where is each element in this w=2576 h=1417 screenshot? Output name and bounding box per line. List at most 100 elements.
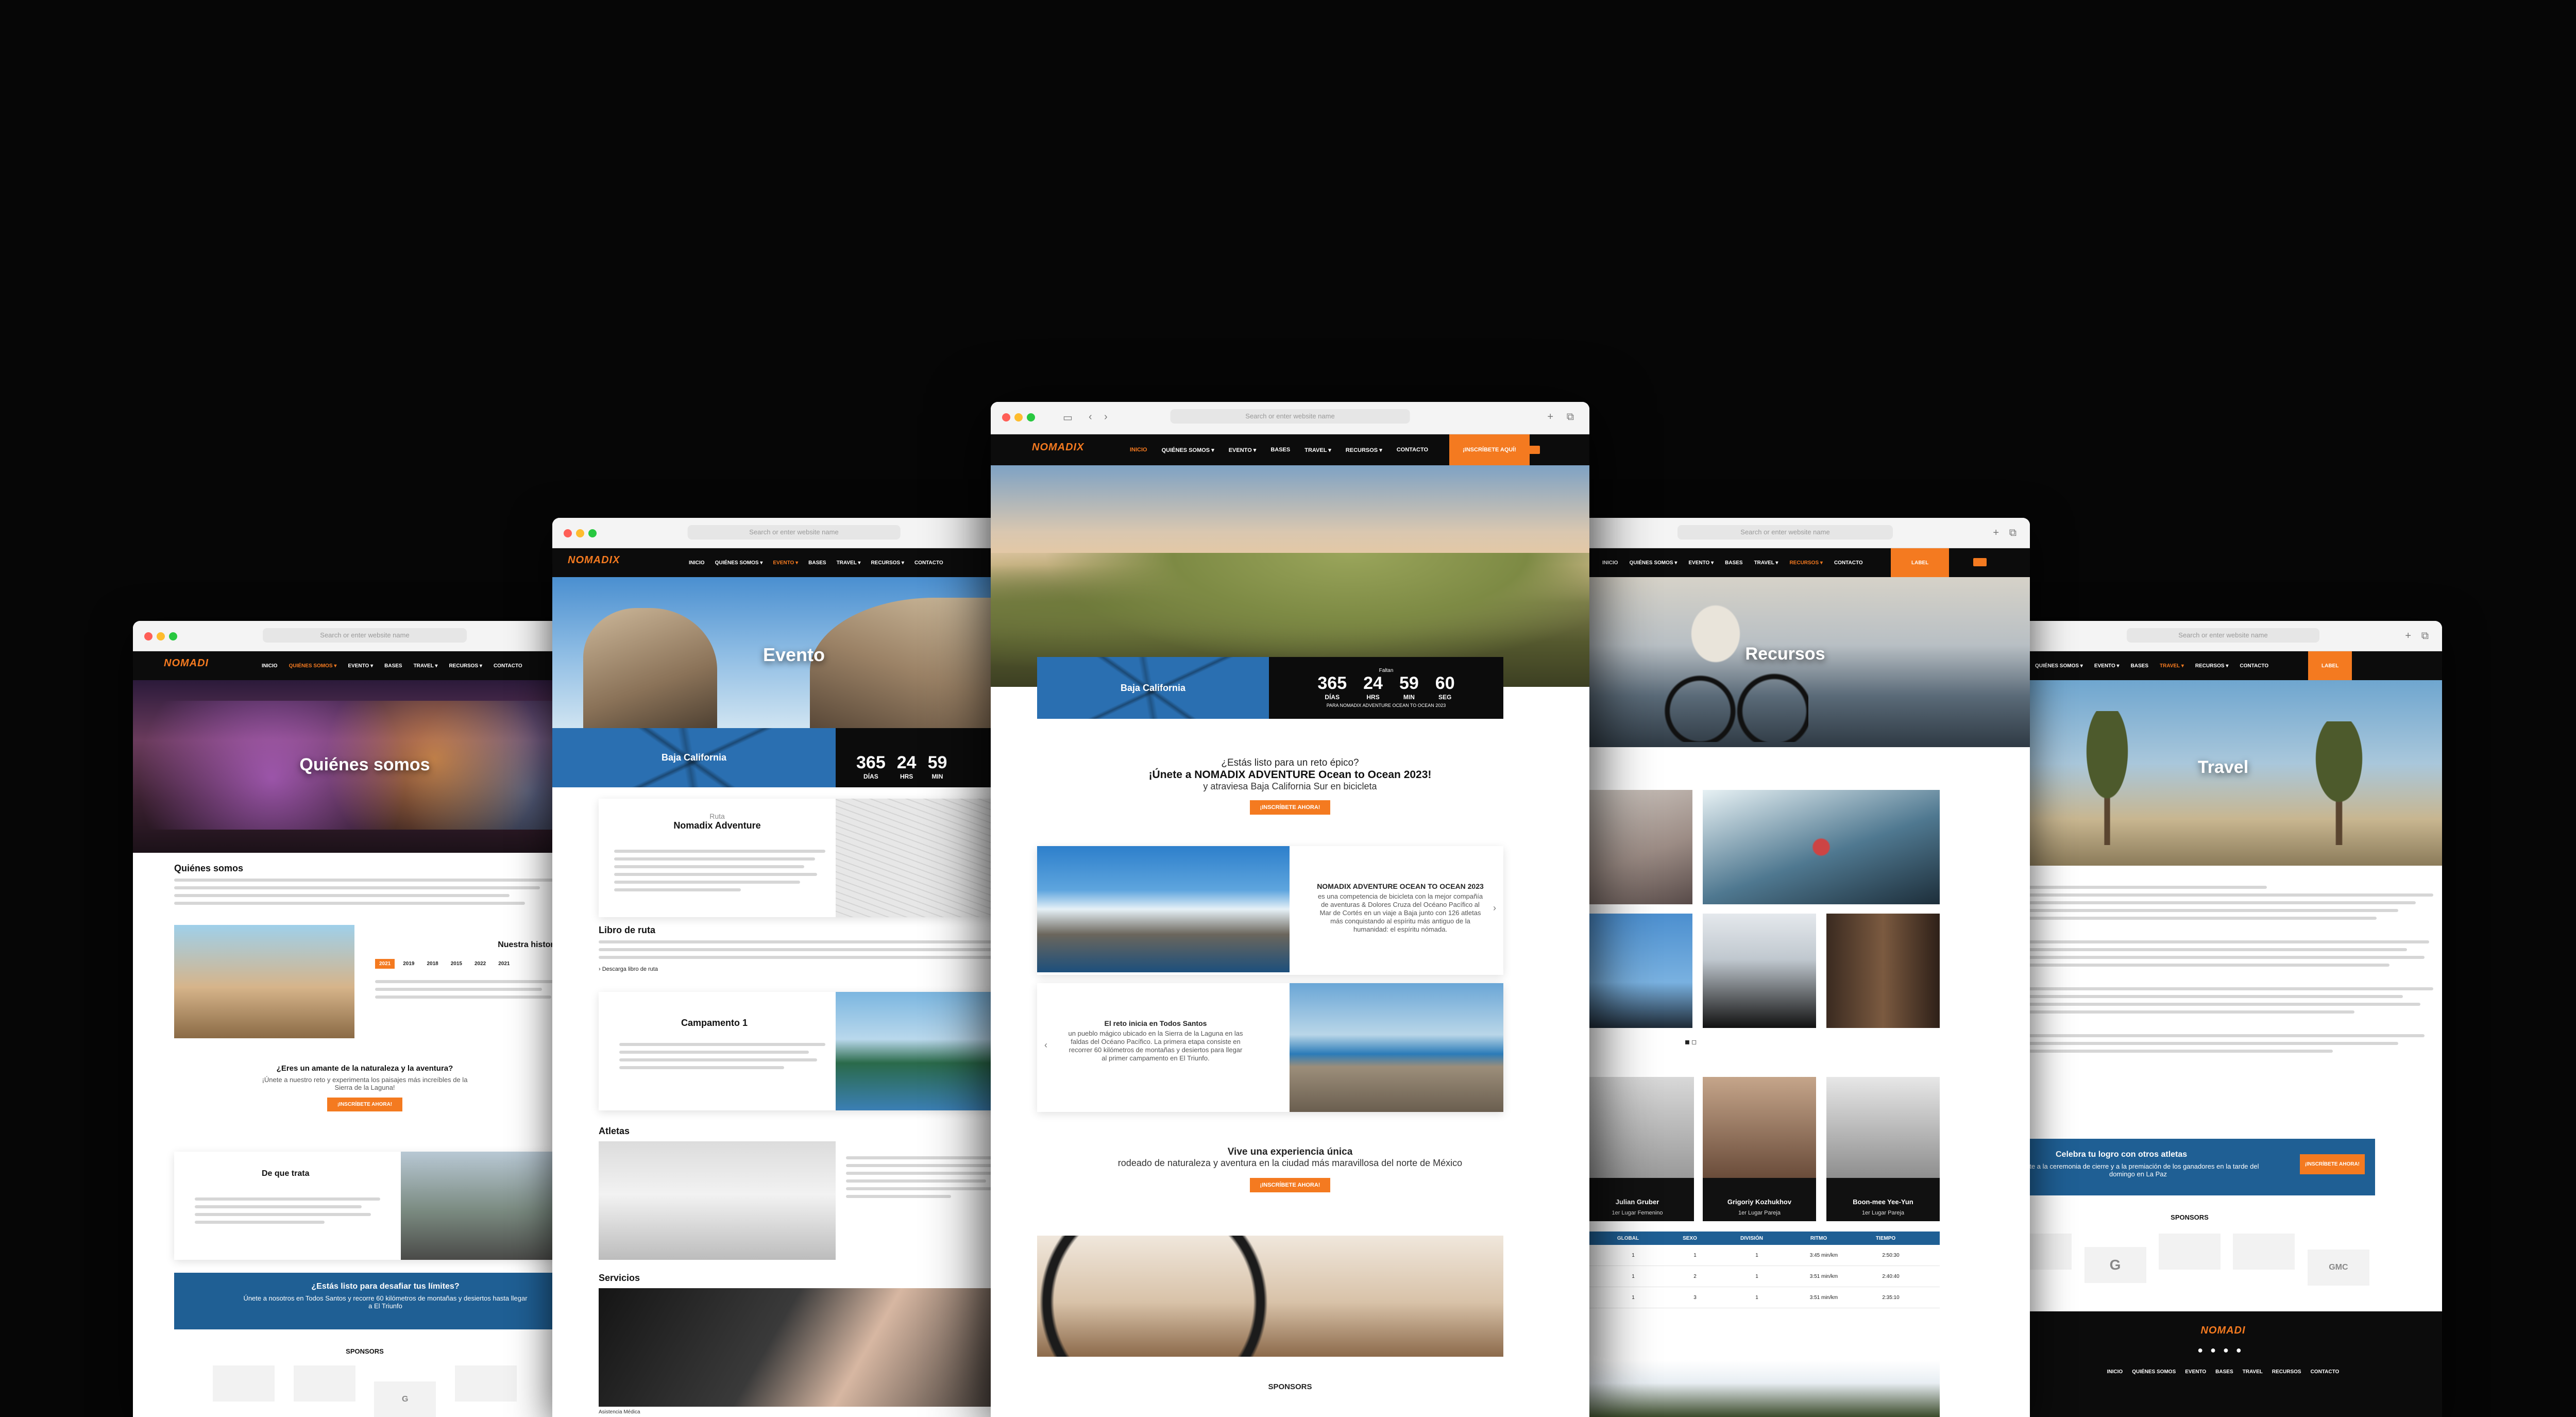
nav-menu: INICIO QUIÉNES SOMOS ▾ EVENTO ▾ BASES TR… <box>689 548 943 577</box>
nav-item-quienes[interactable]: QUIÉNES SOMOS ▾ <box>1630 560 1677 566</box>
detrata-card: De que trata <box>174 1152 555 1260</box>
inscribete-button[interactable]: ¡INSCRÍBETE AHORA! <box>1249 800 1331 815</box>
language-flag-icon[interactable] <box>1973 558 1987 566</box>
footer-link[interactable]: BASES <box>2215 1369 2233 1375</box>
nav-item-inicio[interactable]: INICIO <box>1602 560 1618 566</box>
inscribete-button[interactable]: ¡INSCRÍBETE AHORA! <box>1249 1178 1331 1192</box>
prev-arrow-icon[interactable]: ‹ <box>1044 1040 1047 1051</box>
footer-link[interactable]: QUIÉNES SOMOS <box>2132 1369 2176 1375</box>
nav-item-contacto[interactable]: CONTACTO <box>914 560 943 566</box>
year-tab[interactable]: 2015 <box>447 959 466 969</box>
gallery-pagination[interactable]: ◼ ◻ <box>1685 1038 1697 1045</box>
nav-item-recursos[interactable]: RECURSOS ▾ <box>2195 663 2228 669</box>
plus-icon[interactable]: + <box>1547 411 1553 423</box>
nav-item-bases[interactable]: BASES <box>2131 663 2148 669</box>
countdown-sec: 60 SEG <box>1435 673 1455 701</box>
nav-item-travel[interactable]: TRAVEL ▾ <box>1304 447 1331 453</box>
inscribete-button[interactable]: ¡INSCRÍBETE AHORA! <box>327 1098 403 1111</box>
gallery-photo[interactable] <box>1703 790 1940 904</box>
nav-cta-button[interactable]: LABEL <box>2308 651 2352 680</box>
social-icons[interactable]: ●●●● <box>2004 1345 2442 1356</box>
close-dot[interactable] <box>144 632 152 640</box>
footer-link[interactable]: INICIO <box>2107 1369 2123 1375</box>
year-tab[interactable]: 2022 <box>470 959 490 969</box>
close-dot[interactable] <box>564 529 572 537</box>
year-tab[interactable]: 2021 <box>375 959 395 969</box>
url-bar[interactable]: Search or enter website name <box>687 525 901 539</box>
tabs-icon[interactable]: ⧉ <box>2421 630 2429 642</box>
nav-item-evento[interactable]: EVENTO ▾ <box>348 663 373 669</box>
footer-link[interactable]: RECURSOS <box>2272 1369 2301 1375</box>
nav-item-contacto[interactable]: CONTACTO <box>1397 447 1428 453</box>
site-logo[interactable]: NOMADIX <box>1032 442 1084 453</box>
nav-item-evento[interactable]: EVENTO ▾ <box>773 560 798 566</box>
url-bar[interactable]: Search or enter website name <box>1677 525 1893 539</box>
nav-item-bases[interactable]: BASES <box>808 560 826 566</box>
nav-item-inicio[interactable]: INICIO <box>1130 447 1147 453</box>
nav-item-evento[interactable]: EVENTO ▾ <box>1229 447 1257 453</box>
year-tab[interactable]: 2019 <box>399 959 418 969</box>
plus-icon[interactable]: + <box>2405 630 2411 642</box>
libro-title: Libro de ruta <box>599 925 656 935</box>
site-logo[interactable]: NOMADIX <box>568 554 620 566</box>
tabs-icon[interactable]: ⧉ <box>2009 527 2016 539</box>
nav-item-recursos[interactable]: RECURSOS ▾ <box>1346 447 1382 453</box>
nav-item-travel[interactable]: TRAVEL ▾ <box>2160 663 2184 669</box>
cliff-photo <box>1290 983 1503 1112</box>
plus-icon[interactable]: + <box>1993 527 1999 539</box>
next-arrow-icon[interactable]: › <box>1493 903 1496 914</box>
maximize-dot[interactable] <box>1027 413 1035 421</box>
nav-item-travel[interactable]: TRAVEL ▾ <box>837 560 861 566</box>
nav-item-contacto[interactable]: CONTACTO <box>494 663 522 669</box>
footer-link[interactable]: EVENTO <box>2185 1369 2206 1375</box>
gallery-photo[interactable] <box>1826 914 1940 1028</box>
year-tab[interactable]: 2021 <box>494 959 514 969</box>
nav-item-inicio[interactable]: INICIO <box>689 560 705 566</box>
site-logo[interactable]: NOMADI <box>164 657 209 669</box>
nav-item-recursos[interactable]: RECURSOS ▾ <box>871 560 904 566</box>
nav-item-contacto[interactable]: CONTACTO <box>2240 663 2268 669</box>
sponsor-logo <box>213 1365 275 1402</box>
inscribete-button[interactable]: ¡INSCRÍBETE AHORA! <box>2299 1154 2365 1174</box>
nav-item-quienes[interactable]: QUIÉNES SOMOS ▾ <box>715 560 763 566</box>
close-dot[interactable] <box>1002 413 1010 421</box>
maximize-dot[interactable] <box>169 632 177 640</box>
url-bar[interactable]: Search or enter website name <box>2127 628 2319 643</box>
tabs-icon[interactable]: ⧉ <box>1567 411 1574 423</box>
year-tab[interactable]: 2018 <box>423 959 443 969</box>
nav-item-quienes[interactable]: QUIÉNES SOMOS ▾ <box>2035 663 2083 669</box>
nav-item-recursos[interactable]: RECURSOS ▾ <box>449 663 482 669</box>
url-bar[interactable]: Search or enter website name <box>263 628 467 643</box>
download-link[interactable]: › Descarga libro de ruta <box>599 966 1036 972</box>
nav-item-recursos[interactable]: RECURSOS ▾ <box>1789 560 1822 566</box>
forward-icon[interactable]: › <box>1104 411 1108 423</box>
back-icon[interactable]: ‹ <box>1089 411 1092 423</box>
nav-item-bases[interactable]: BASES <box>1725 560 1742 566</box>
nav-cta-button[interactable]: LABEL <box>1891 548 1950 577</box>
footer-link[interactable]: CONTACTO <box>2311 1369 2340 1375</box>
gallery-photo[interactable] <box>1703 914 1816 1028</box>
palm-photo <box>1540 1360 1940 1417</box>
minimize-dot[interactable] <box>1014 413 1023 421</box>
language-flag-icon[interactable] <box>1527 446 1540 454</box>
minimize-dot[interactable] <box>157 632 165 640</box>
site-nav: QUIÉNES SOMOS ▾ EVENTO ▾ BASES TRAVEL ▾ … <box>2004 651 2442 680</box>
nav-item-inicio[interactable]: INICIO <box>262 663 278 669</box>
libro-block: Libro de ruta › Descarga libro de ruta <box>599 925 1036 972</box>
nav-cta-button[interactable]: ¡INSCRÍBETE AQUÍ! <box>1449 434 1530 465</box>
nav-item-travel[interactable]: TRAVEL ▾ <box>414 663 438 669</box>
maximize-dot[interactable] <box>588 529 597 537</box>
nav-item-contacto[interactable]: CONTACTO <box>1834 560 1863 566</box>
site-nav: NOMADI INICIO QUIÉNES SOMOS ▾ EVENTO ▾ B… <box>133 651 597 680</box>
nav-item-travel[interactable]: TRAVEL ▾ <box>1754 560 1778 566</box>
minimize-dot[interactable] <box>576 529 584 537</box>
footer-link[interactable]: TRAVEL <box>2243 1369 2263 1375</box>
nav-item-bases[interactable]: BASES <box>1270 447 1290 453</box>
nav-item-evento[interactable]: EVENTO ▾ <box>1688 560 1714 566</box>
url-bar[interactable]: Search or enter website name <box>1170 409 1410 424</box>
nav-item-quienes[interactable]: QUIÉNES SOMOS ▾ <box>1162 447 1214 453</box>
nav-item-evento[interactable]: EVENTO ▾ <box>2094 663 2120 669</box>
nav-item-bases[interactable]: BASES <box>384 663 402 669</box>
nav-item-quienes[interactable]: QUIÉNES SOMOS ▾ <box>289 663 337 669</box>
sidebar-icon[interactable]: ▭ <box>1063 411 1073 424</box>
